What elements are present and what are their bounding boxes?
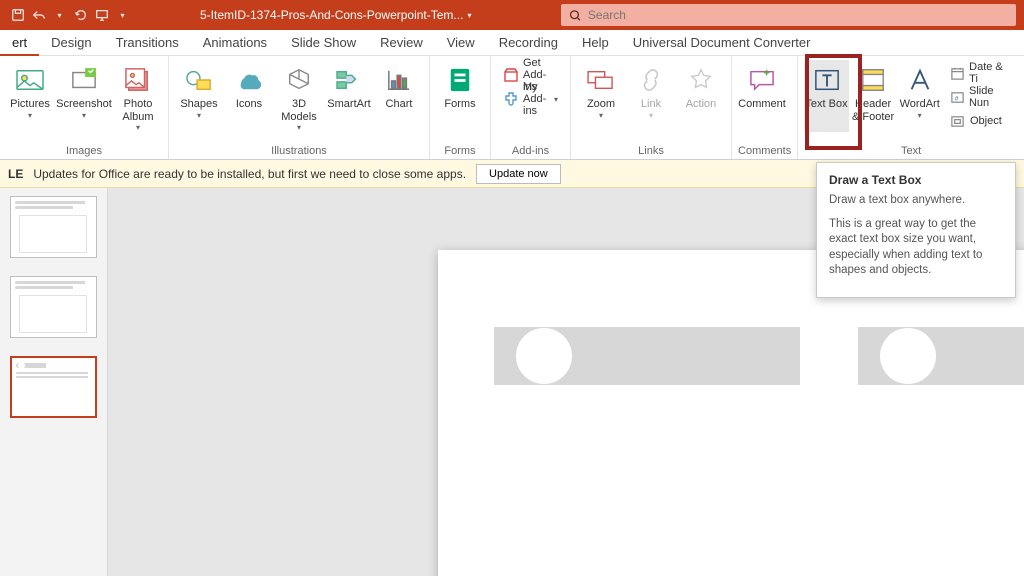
slide[interactable] — [438, 250, 1024, 576]
chart-button[interactable]: Chart — [375, 60, 423, 132]
search-input[interactable] — [588, 8, 1009, 22]
thumbnail-1[interactable] — [10, 196, 97, 258]
screenshot-button[interactable]: Screenshot — [56, 60, 112, 132]
tab-design[interactable]: Design — [39, 30, 103, 56]
photo-album-button[interactable]: Photo Album — [114, 60, 162, 132]
date-time-button[interactable]: Date & Ti — [944, 62, 1018, 84]
msg-text: Updates for Office are ready to be insta… — [33, 167, 466, 181]
slide-thumbnails[interactable] — [0, 188, 108, 576]
store-icon — [503, 67, 519, 83]
my-addins-button[interactable]: My Add-ins▾ — [497, 88, 564, 110]
link-icon — [635, 64, 667, 96]
shape-bar-2[interactable] — [858, 327, 1024, 385]
quick-access-toolbar: ▾ ▾ — [0, 8, 140, 23]
tab-slideshow[interactable]: Slide Show — [279, 30, 368, 56]
tooltip-line2: This is a great way to get the exact tex… — [829, 217, 1003, 279]
object-button[interactable]: Object — [944, 110, 1018, 132]
search-icon — [569, 9, 581, 22]
smartart-button[interactable]: SmartArt — [325, 60, 373, 132]
comment-icon — [746, 64, 778, 96]
slidenum-icon: # — [950, 89, 965, 105]
icons-icon — [233, 64, 265, 96]
group-links-label: Links — [577, 143, 725, 157]
shapes-icon — [183, 64, 215, 96]
start-slideshow-icon[interactable] — [94, 8, 109, 23]
redo-icon[interactable] — [73, 8, 88, 23]
date-icon — [950, 65, 965, 81]
link-button[interactable]: Link — [627, 60, 675, 120]
qat-more-icon[interactable]: ▾ — [115, 8, 130, 23]
document-title: 5-ItemID-1374-Pros-And-Cons-Powerpoint-T… — [200, 8, 471, 22]
thumbnail-3[interactable] — [10, 356, 97, 418]
tab-transitions[interactable]: Transitions — [104, 30, 191, 56]
comment-button[interactable]: Comment — [738, 60, 786, 111]
tab-review[interactable]: Review — [368, 30, 435, 56]
tab-udc[interactable]: Universal Document Converter — [621, 30, 823, 56]
group-addins-label: Add-ins — [497, 143, 564, 157]
group-comments-label: Comments — [738, 143, 791, 157]
msg-prefix: LE — [8, 167, 23, 181]
addin-icon — [503, 91, 519, 107]
autosave-icon[interactable] — [10, 8, 25, 23]
zoom-icon — [585, 64, 617, 96]
tab-help[interactable]: Help — [570, 30, 621, 56]
tab-recording[interactable]: Recording — [487, 30, 570, 56]
icons-button[interactable]: Icons — [225, 60, 273, 132]
smartart-icon — [333, 64, 365, 96]
title-bar: ▾ ▾ 5-ItemID-1374-Pros-And-Cons-Powerpoi… — [0, 0, 1024, 30]
slide-number-button[interactable]: # Slide Nun — [944, 86, 1018, 108]
pictures-button[interactable]: Pictures — [6, 60, 54, 132]
action-icon — [685, 64, 717, 96]
group-images-label: Images — [6, 143, 162, 157]
group-illustrations-label: Illustrations — [175, 143, 423, 157]
3dmodels-icon — [283, 64, 315, 96]
ribbon: Pictures Screenshot Photo Album Images S… — [0, 56, 1024, 160]
ribbon-tabs: ert Design Transitions Animations Slide … — [0, 30, 1024, 56]
tooltip-line1: Draw a text box anywhere. — [829, 193, 1003, 209]
textbox-icon — [811, 64, 843, 96]
undo-icon[interactable] — [31, 8, 46, 23]
zoom-button[interactable]: Zoom — [577, 60, 625, 120]
wordart-button[interactable]: WordArt — [897, 60, 942, 132]
wordart-icon — [904, 64, 936, 96]
header-icon — [857, 64, 889, 96]
update-now-button[interactable]: Update now — [476, 164, 561, 184]
group-forms-label: Forms — [436, 143, 484, 157]
tab-view[interactable]: View — [435, 30, 487, 56]
tab-insert[interactable]: ert — [0, 30, 39, 56]
forms-icon — [444, 64, 476, 96]
header-footer-button[interactable]: Header & Footer — [851, 60, 896, 132]
action-button[interactable]: Action — [677, 60, 725, 120]
thumbnail-2[interactable] — [10, 276, 97, 338]
shape-bar-1[interactable] — [494, 327, 800, 385]
svg-text:#: # — [955, 95, 959, 102]
search-box[interactable] — [561, 4, 1016, 26]
object-icon — [950, 113, 966, 129]
shapes-button[interactable]: Shapes — [175, 60, 223, 132]
group-text-label: Text — [804, 143, 1018, 157]
dropdown-icon[interactable]: ▾ — [52, 8, 67, 23]
screenshot-icon — [68, 64, 100, 96]
tooltip-title: Draw a Text Box — [829, 173, 1003, 187]
pictures-icon — [14, 64, 46, 96]
chart-icon — [383, 64, 415, 96]
photo-album-icon — [122, 64, 154, 96]
textbox-tooltip: Draw a Text Box Draw a text box anywhere… — [816, 162, 1016, 298]
3dmodels-button[interactable]: 3D Models — [275, 60, 323, 132]
tab-animations[interactable]: Animations — [191, 30, 279, 56]
textbox-button[interactable]: Text Box — [804, 60, 849, 132]
forms-button[interactable]: Forms — [436, 60, 484, 111]
